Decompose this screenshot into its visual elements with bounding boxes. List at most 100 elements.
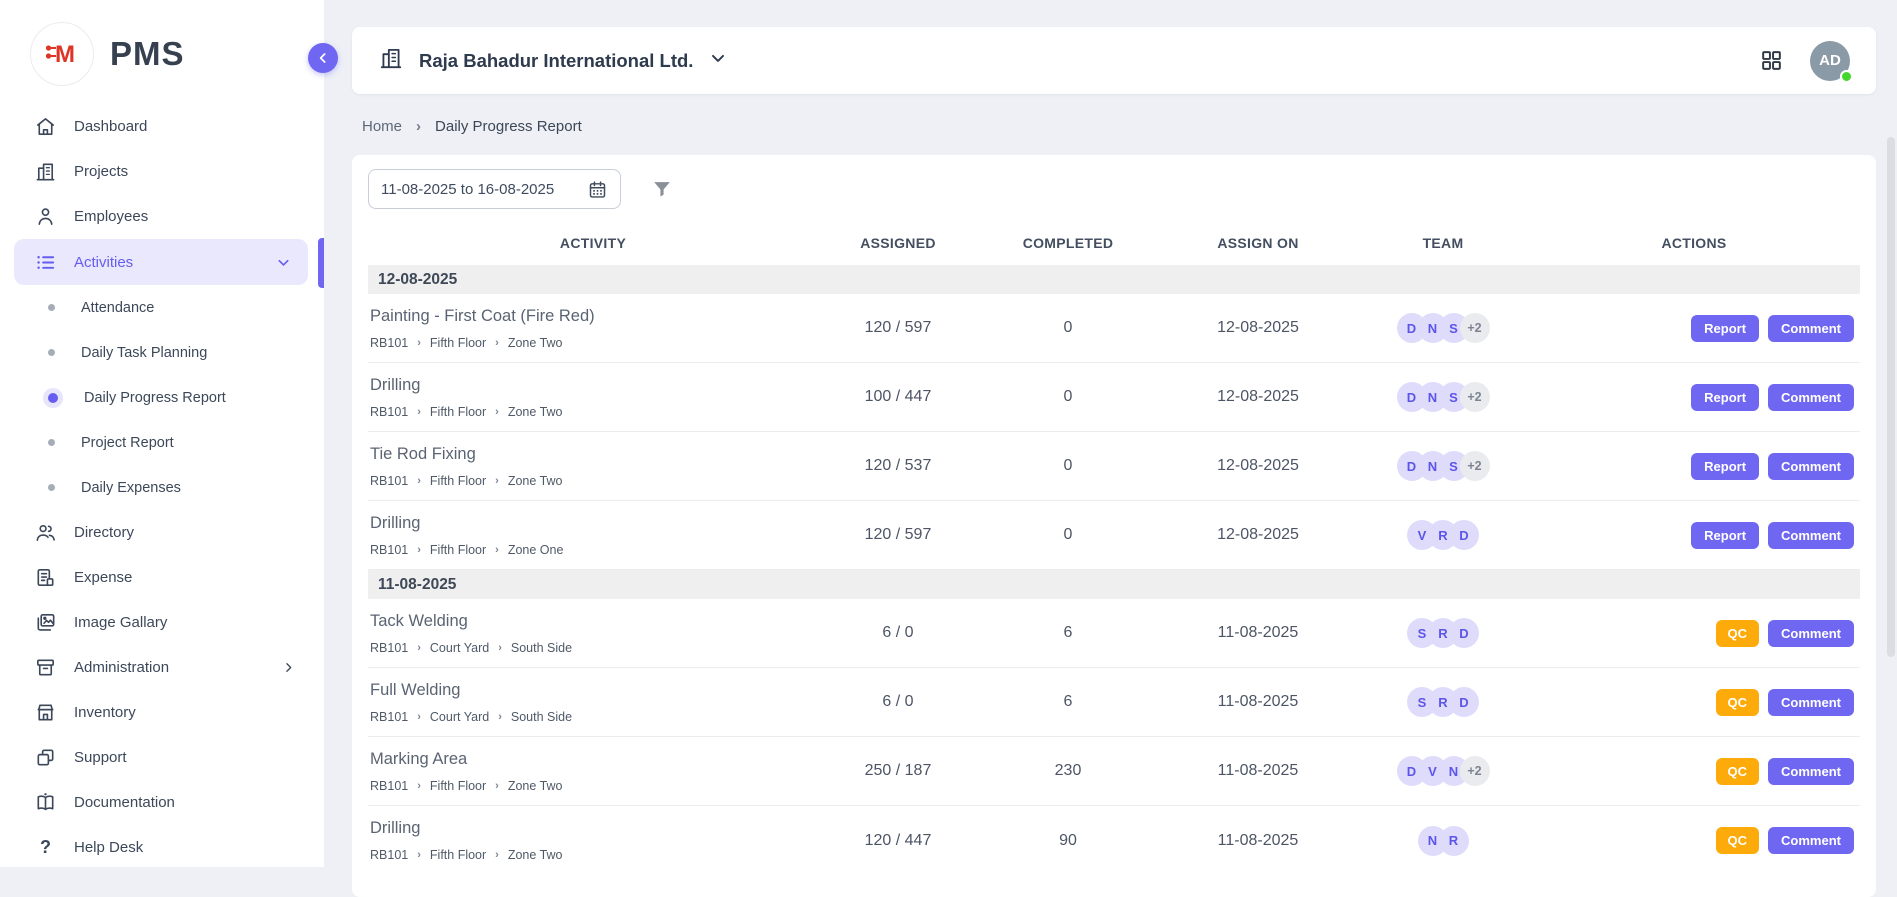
chevron-right-icon: › xyxy=(495,780,499,792)
activity-location: RB101› Court Yard› South Side xyxy=(370,641,818,655)
comment-button[interactable]: Comment xyxy=(1768,827,1854,854)
sidebar-item-help-desk[interactable]: ? Help Desk xyxy=(0,825,324,870)
completed-value: 6 xyxy=(978,693,1158,711)
sidebar-item-activities[interactable]: Activities xyxy=(14,239,308,285)
sidebar-item-image-gallary[interactable]: Image Gallary xyxy=(0,600,324,645)
comment-button[interactable]: Comment xyxy=(1768,758,1854,785)
assigned-value: 6 / 0 xyxy=(818,693,978,711)
table-row: Tack Welding RB101› Court Yard› South Si… xyxy=(368,599,1860,668)
sidebar-item-support[interactable]: Support xyxy=(0,735,324,780)
activity-location: RB101› Fifth Floor› Zone Two xyxy=(370,405,818,419)
app-title: PMS xyxy=(110,35,185,73)
sidebar-item-expense[interactable]: Expense xyxy=(0,555,324,600)
activity-title: Full Welding xyxy=(370,681,818,700)
team-avatar-more: +2 xyxy=(1460,382,1490,412)
comment-button[interactable]: Comment xyxy=(1768,315,1854,342)
team-avatars: D V N +2 xyxy=(1358,756,1528,786)
column-header-assign-on: ASSIGN ON xyxy=(1158,235,1358,251)
table-header: ACTIVITY ASSIGNED COMPLETED ASSIGN ON TE… xyxy=(368,225,1860,261)
assigned-value: 120 / 447 xyxy=(818,832,978,850)
comment-button[interactable]: Comment xyxy=(1768,689,1854,716)
user-avatar[interactable]: AD xyxy=(1810,41,1850,81)
activity-location: RB101› Fifth Floor› Zone Two xyxy=(370,474,818,488)
breadcrumb-home[interactable]: Home xyxy=(362,118,402,135)
scrollbar-thumb[interactable] xyxy=(1887,137,1895,657)
archive-icon xyxy=(34,656,57,679)
sidebar-item-documentation[interactable]: Documentation xyxy=(0,780,324,825)
bullet-icon xyxy=(48,393,58,403)
report-button[interactable]: Report xyxy=(1691,522,1759,549)
chevron-down-icon xyxy=(708,48,728,73)
people-icon xyxy=(34,521,57,544)
sidebar-item-label: Dashboard xyxy=(74,118,147,135)
report-button[interactable]: Report xyxy=(1691,315,1759,342)
sidebar-item-projects[interactable]: Projects xyxy=(0,149,324,194)
date-range-input[interactable] xyxy=(381,181,577,198)
activity-title: Tie Rod Fixing xyxy=(370,445,818,464)
main-area: Raja Bahadur International Ltd. AD Home … xyxy=(324,0,1897,867)
assign-on-value: 12-08-2025 xyxy=(1158,388,1358,406)
table-row: Marking Area RB101› Fifth Floor› Zone Tw… xyxy=(368,737,1860,806)
completed-value: 0 xyxy=(978,526,1158,544)
assign-on-value: 11-08-2025 xyxy=(1158,624,1358,642)
qc-button[interactable]: QC xyxy=(1716,758,1760,785)
team-avatars: S R D xyxy=(1358,687,1528,717)
brand-logo-icon: M xyxy=(30,22,94,86)
assign-on-value: 12-08-2025 xyxy=(1158,526,1358,544)
completed-value: 90 xyxy=(978,832,1158,850)
comment-button[interactable]: Comment xyxy=(1768,453,1854,480)
sidebar-collapse-button[interactable] xyxy=(308,43,338,73)
assign-on-value: 11-08-2025 xyxy=(1158,693,1358,711)
date-group-header: 12-08-2025 xyxy=(368,265,1860,294)
chevron-right-icon: › xyxy=(495,475,499,487)
team-avatar-more: +2 xyxy=(1460,313,1490,343)
qc-button[interactable]: QC xyxy=(1716,620,1760,647)
sidebar-item-project-report[interactable]: Project Report xyxy=(0,420,324,465)
chevron-right-icon: › xyxy=(417,711,421,723)
qc-button[interactable]: QC xyxy=(1716,689,1760,716)
column-header-completed: COMPLETED xyxy=(978,235,1158,251)
activity-title: Marking Area xyxy=(370,750,818,769)
content-card: ACTIVITY ASSIGNED COMPLETED ASSIGN ON TE… xyxy=(352,155,1876,897)
sidebar-item-daily-task-planning[interactable]: Daily Task Planning xyxy=(0,330,324,375)
book-icon xyxy=(34,791,57,814)
chevron-right-icon xyxy=(281,660,296,675)
apps-grid-icon[interactable] xyxy=(1759,48,1784,73)
assigned-value: 6 / 0 xyxy=(818,624,978,642)
completed-value: 0 xyxy=(978,319,1158,337)
chevron-right-icon: › xyxy=(495,406,499,418)
activity-title: Tack Welding xyxy=(370,612,818,631)
sidebar-item-daily-progress-report[interactable]: Daily Progress Report xyxy=(0,375,324,420)
assigned-value: 250 / 187 xyxy=(818,762,978,780)
assign-on-value: 12-08-2025 xyxy=(1158,457,1358,475)
sidebar-item-attendance[interactable]: Attendance xyxy=(0,285,324,330)
report-button[interactable]: Report xyxy=(1691,384,1759,411)
activity-location: RB101› Fifth Floor› Zone Two xyxy=(370,779,818,793)
report-button[interactable]: Report xyxy=(1691,453,1759,480)
sidebar-item-label: Image Gallary xyxy=(74,614,167,631)
comment-button[interactable]: Comment xyxy=(1768,384,1854,411)
sidebar-nav: Dashboard Projects Employees Activities xyxy=(0,104,324,870)
sidebar-item-employees[interactable]: Employees xyxy=(0,194,324,239)
comment-button[interactable]: Comment xyxy=(1768,620,1854,647)
date-range-picker[interactable] xyxy=(368,169,621,209)
online-status-dot xyxy=(1840,70,1853,83)
company-selector[interactable]: Raja Bahadur International Ltd. xyxy=(378,45,728,76)
sidebar-item-label: Activities xyxy=(74,254,133,271)
sidebar-item-directory[interactable]: Directory xyxy=(0,510,324,555)
sidebar-item-daily-expenses[interactable]: Daily Expenses xyxy=(0,465,324,510)
table-row: Drilling RB101› Fifth Floor› Zone One 12… xyxy=(368,501,1860,570)
qc-button[interactable]: QC xyxy=(1716,827,1760,854)
comment-button[interactable]: Comment xyxy=(1768,522,1854,549)
bullet-icon xyxy=(48,349,55,356)
sidebar-item-label: Administration xyxy=(74,659,169,676)
sidebar-item-dashboard[interactable]: Dashboard xyxy=(0,104,324,149)
sidebar: M PMS Dashboard Projects Employees xyxy=(0,0,324,867)
bullet-icon xyxy=(48,484,55,491)
breadcrumb: Home › Daily Progress Report xyxy=(362,118,582,135)
sidebar-item-label: Support xyxy=(74,749,127,766)
sidebar-item-administration[interactable]: Administration xyxy=(0,645,324,690)
filter-funnel-icon[interactable] xyxy=(651,178,673,200)
sidebar-item-inventory[interactable]: Inventory xyxy=(0,690,324,735)
chevron-right-icon: › xyxy=(417,780,421,792)
